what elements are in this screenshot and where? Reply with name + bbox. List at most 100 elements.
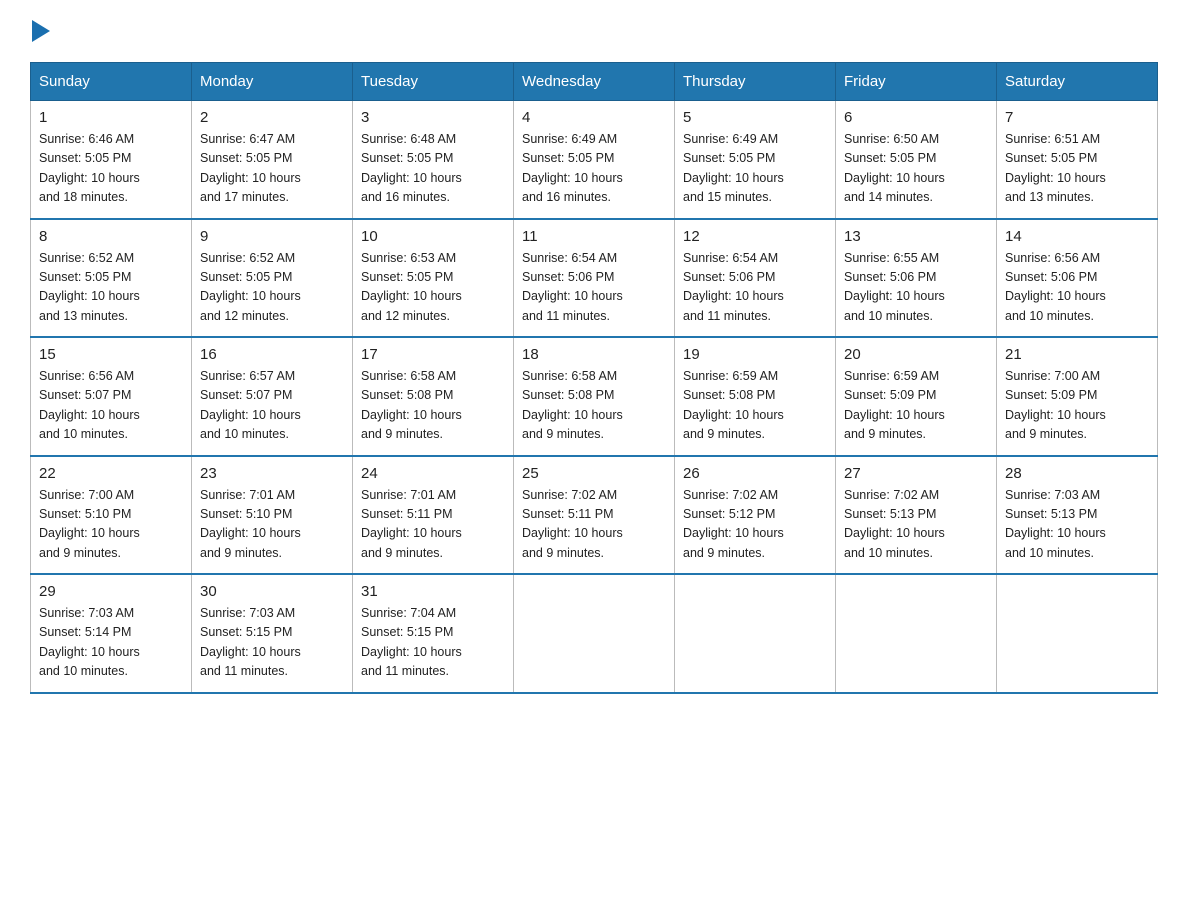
day-number: 11 xyxy=(522,228,666,245)
day-info: Sunrise: 7:02 AMSunset: 5:12 PMDaylight:… xyxy=(683,488,784,560)
calendar-cell: 18 Sunrise: 6:58 AMSunset: 5:08 PMDaylig… xyxy=(514,337,675,456)
day-info: Sunrise: 6:55 AMSunset: 5:06 PMDaylight:… xyxy=(844,251,945,323)
calendar-cell: 11 Sunrise: 6:54 AMSunset: 5:06 PMDaylig… xyxy=(514,219,675,338)
day-number: 16 xyxy=(200,346,344,363)
day-info: Sunrise: 7:03 AMSunset: 5:15 PMDaylight:… xyxy=(200,606,301,678)
day-info: Sunrise: 6:46 AMSunset: 5:05 PMDaylight:… xyxy=(39,132,140,204)
column-header-monday: Monday xyxy=(192,63,353,101)
day-info: Sunrise: 7:00 AMSunset: 5:10 PMDaylight:… xyxy=(39,488,140,560)
calendar-cell: 14 Sunrise: 6:56 AMSunset: 5:06 PMDaylig… xyxy=(997,219,1158,338)
day-number: 13 xyxy=(844,228,988,245)
calendar-cell xyxy=(514,574,675,693)
day-info: Sunrise: 7:03 AMSunset: 5:14 PMDaylight:… xyxy=(39,606,140,678)
day-info: Sunrise: 6:57 AMSunset: 5:07 PMDaylight:… xyxy=(200,369,301,441)
day-number: 22 xyxy=(39,465,183,482)
calendar-cell: 16 Sunrise: 6:57 AMSunset: 5:07 PMDaylig… xyxy=(192,337,353,456)
calendar-week-row: 8 Sunrise: 6:52 AMSunset: 5:05 PMDayligh… xyxy=(31,219,1158,338)
logo-arrow-icon xyxy=(32,20,50,42)
day-number: 30 xyxy=(200,583,344,600)
calendar-cell: 3 Sunrise: 6:48 AMSunset: 5:05 PMDayligh… xyxy=(353,101,514,219)
calendar-cell: 25 Sunrise: 7:02 AMSunset: 5:11 PMDaylig… xyxy=(514,456,675,575)
day-number: 20 xyxy=(844,346,988,363)
day-info: Sunrise: 6:54 AMSunset: 5:06 PMDaylight:… xyxy=(522,251,623,323)
column-header-thursday: Thursday xyxy=(675,63,836,101)
column-header-saturday: Saturday xyxy=(997,63,1158,101)
day-info: Sunrise: 6:59 AMSunset: 5:08 PMDaylight:… xyxy=(683,369,784,441)
day-info: Sunrise: 6:47 AMSunset: 5:05 PMDaylight:… xyxy=(200,132,301,204)
day-number: 31 xyxy=(361,583,505,600)
day-number: 2 xyxy=(200,109,344,126)
day-number: 4 xyxy=(522,109,666,126)
day-info: Sunrise: 6:48 AMSunset: 5:05 PMDaylight:… xyxy=(361,132,462,204)
day-number: 18 xyxy=(522,346,666,363)
day-info: Sunrise: 6:52 AMSunset: 5:05 PMDaylight:… xyxy=(200,251,301,323)
calendar-cell: 6 Sunrise: 6:50 AMSunset: 5:05 PMDayligh… xyxy=(836,101,997,219)
day-info: Sunrise: 6:49 AMSunset: 5:05 PMDaylight:… xyxy=(522,132,623,204)
day-number: 12 xyxy=(683,228,827,245)
day-number: 3 xyxy=(361,109,505,126)
calendar-cell: 1 Sunrise: 6:46 AMSunset: 5:05 PMDayligh… xyxy=(31,101,192,219)
day-info: Sunrise: 6:58 AMSunset: 5:08 PMDaylight:… xyxy=(522,369,623,441)
day-number: 24 xyxy=(361,465,505,482)
day-number: 26 xyxy=(683,465,827,482)
calendar-cell: 19 Sunrise: 6:59 AMSunset: 5:08 PMDaylig… xyxy=(675,337,836,456)
day-number: 9 xyxy=(200,228,344,245)
calendar-cell: 5 Sunrise: 6:49 AMSunset: 5:05 PMDayligh… xyxy=(675,101,836,219)
day-info: Sunrise: 7:03 AMSunset: 5:13 PMDaylight:… xyxy=(1005,488,1106,560)
calendar-cell: 22 Sunrise: 7:00 AMSunset: 5:10 PMDaylig… xyxy=(31,456,192,575)
calendar-cell: 31 Sunrise: 7:04 AMSunset: 5:15 PMDaylig… xyxy=(353,574,514,693)
day-info: Sunrise: 6:49 AMSunset: 5:05 PMDaylight:… xyxy=(683,132,784,204)
day-number: 19 xyxy=(683,346,827,363)
day-info: Sunrise: 6:53 AMSunset: 5:05 PMDaylight:… xyxy=(361,251,462,323)
calendar-cell: 24 Sunrise: 7:01 AMSunset: 5:11 PMDaylig… xyxy=(353,456,514,575)
day-info: Sunrise: 6:50 AMSunset: 5:05 PMDaylight:… xyxy=(844,132,945,204)
day-number: 17 xyxy=(361,346,505,363)
logo xyxy=(30,20,50,42)
day-number: 15 xyxy=(39,346,183,363)
day-info: Sunrise: 6:56 AMSunset: 5:07 PMDaylight:… xyxy=(39,369,140,441)
day-number: 21 xyxy=(1005,346,1149,363)
day-number: 5 xyxy=(683,109,827,126)
calendar-cell: 23 Sunrise: 7:01 AMSunset: 5:10 PMDaylig… xyxy=(192,456,353,575)
day-info: Sunrise: 7:01 AMSunset: 5:11 PMDaylight:… xyxy=(361,488,462,560)
day-number: 7 xyxy=(1005,109,1149,126)
column-header-sunday: Sunday xyxy=(31,63,192,101)
calendar-week-row: 22 Sunrise: 7:00 AMSunset: 5:10 PMDaylig… xyxy=(31,456,1158,575)
day-number: 6 xyxy=(844,109,988,126)
day-number: 8 xyxy=(39,228,183,245)
calendar-cell: 17 Sunrise: 6:58 AMSunset: 5:08 PMDaylig… xyxy=(353,337,514,456)
column-header-wednesday: Wednesday xyxy=(514,63,675,101)
day-info: Sunrise: 7:02 AMSunset: 5:13 PMDaylight:… xyxy=(844,488,945,560)
day-info: Sunrise: 6:59 AMSunset: 5:09 PMDaylight:… xyxy=(844,369,945,441)
calendar-cell xyxy=(997,574,1158,693)
calendar-header-row: SundayMondayTuesdayWednesdayThursdayFrid… xyxy=(31,63,1158,101)
calendar-cell: 7 Sunrise: 6:51 AMSunset: 5:05 PMDayligh… xyxy=(997,101,1158,219)
day-info: Sunrise: 7:04 AMSunset: 5:15 PMDaylight:… xyxy=(361,606,462,678)
calendar-cell: 2 Sunrise: 6:47 AMSunset: 5:05 PMDayligh… xyxy=(192,101,353,219)
column-header-tuesday: Tuesday xyxy=(353,63,514,101)
calendar-cell: 28 Sunrise: 7:03 AMSunset: 5:13 PMDaylig… xyxy=(997,456,1158,575)
day-number: 28 xyxy=(1005,465,1149,482)
day-number: 23 xyxy=(200,465,344,482)
day-info: Sunrise: 6:58 AMSunset: 5:08 PMDaylight:… xyxy=(361,369,462,441)
calendar-cell: 20 Sunrise: 6:59 AMSunset: 5:09 PMDaylig… xyxy=(836,337,997,456)
calendar-cell: 10 Sunrise: 6:53 AMSunset: 5:05 PMDaylig… xyxy=(353,219,514,338)
day-number: 10 xyxy=(361,228,505,245)
calendar-cell: 12 Sunrise: 6:54 AMSunset: 5:06 PMDaylig… xyxy=(675,219,836,338)
calendar-cell: 30 Sunrise: 7:03 AMSunset: 5:15 PMDaylig… xyxy=(192,574,353,693)
calendar-cell: 4 Sunrise: 6:49 AMSunset: 5:05 PMDayligh… xyxy=(514,101,675,219)
day-info: Sunrise: 6:54 AMSunset: 5:06 PMDaylight:… xyxy=(683,251,784,323)
day-info: Sunrise: 6:56 AMSunset: 5:06 PMDaylight:… xyxy=(1005,251,1106,323)
calendar-week-row: 29 Sunrise: 7:03 AMSunset: 5:14 PMDaylig… xyxy=(31,574,1158,693)
day-info: Sunrise: 7:01 AMSunset: 5:10 PMDaylight:… xyxy=(200,488,301,560)
calendar-cell: 9 Sunrise: 6:52 AMSunset: 5:05 PMDayligh… xyxy=(192,219,353,338)
calendar-cell: 21 Sunrise: 7:00 AMSunset: 5:09 PMDaylig… xyxy=(997,337,1158,456)
day-number: 29 xyxy=(39,583,183,600)
calendar-cell: 13 Sunrise: 6:55 AMSunset: 5:06 PMDaylig… xyxy=(836,219,997,338)
day-number: 14 xyxy=(1005,228,1149,245)
day-info: Sunrise: 6:51 AMSunset: 5:05 PMDaylight:… xyxy=(1005,132,1106,204)
day-info: Sunrise: 7:00 AMSunset: 5:09 PMDaylight:… xyxy=(1005,369,1106,441)
column-header-friday: Friday xyxy=(836,63,997,101)
day-number: 27 xyxy=(844,465,988,482)
calendar-week-row: 1 Sunrise: 6:46 AMSunset: 5:05 PMDayligh… xyxy=(31,101,1158,219)
